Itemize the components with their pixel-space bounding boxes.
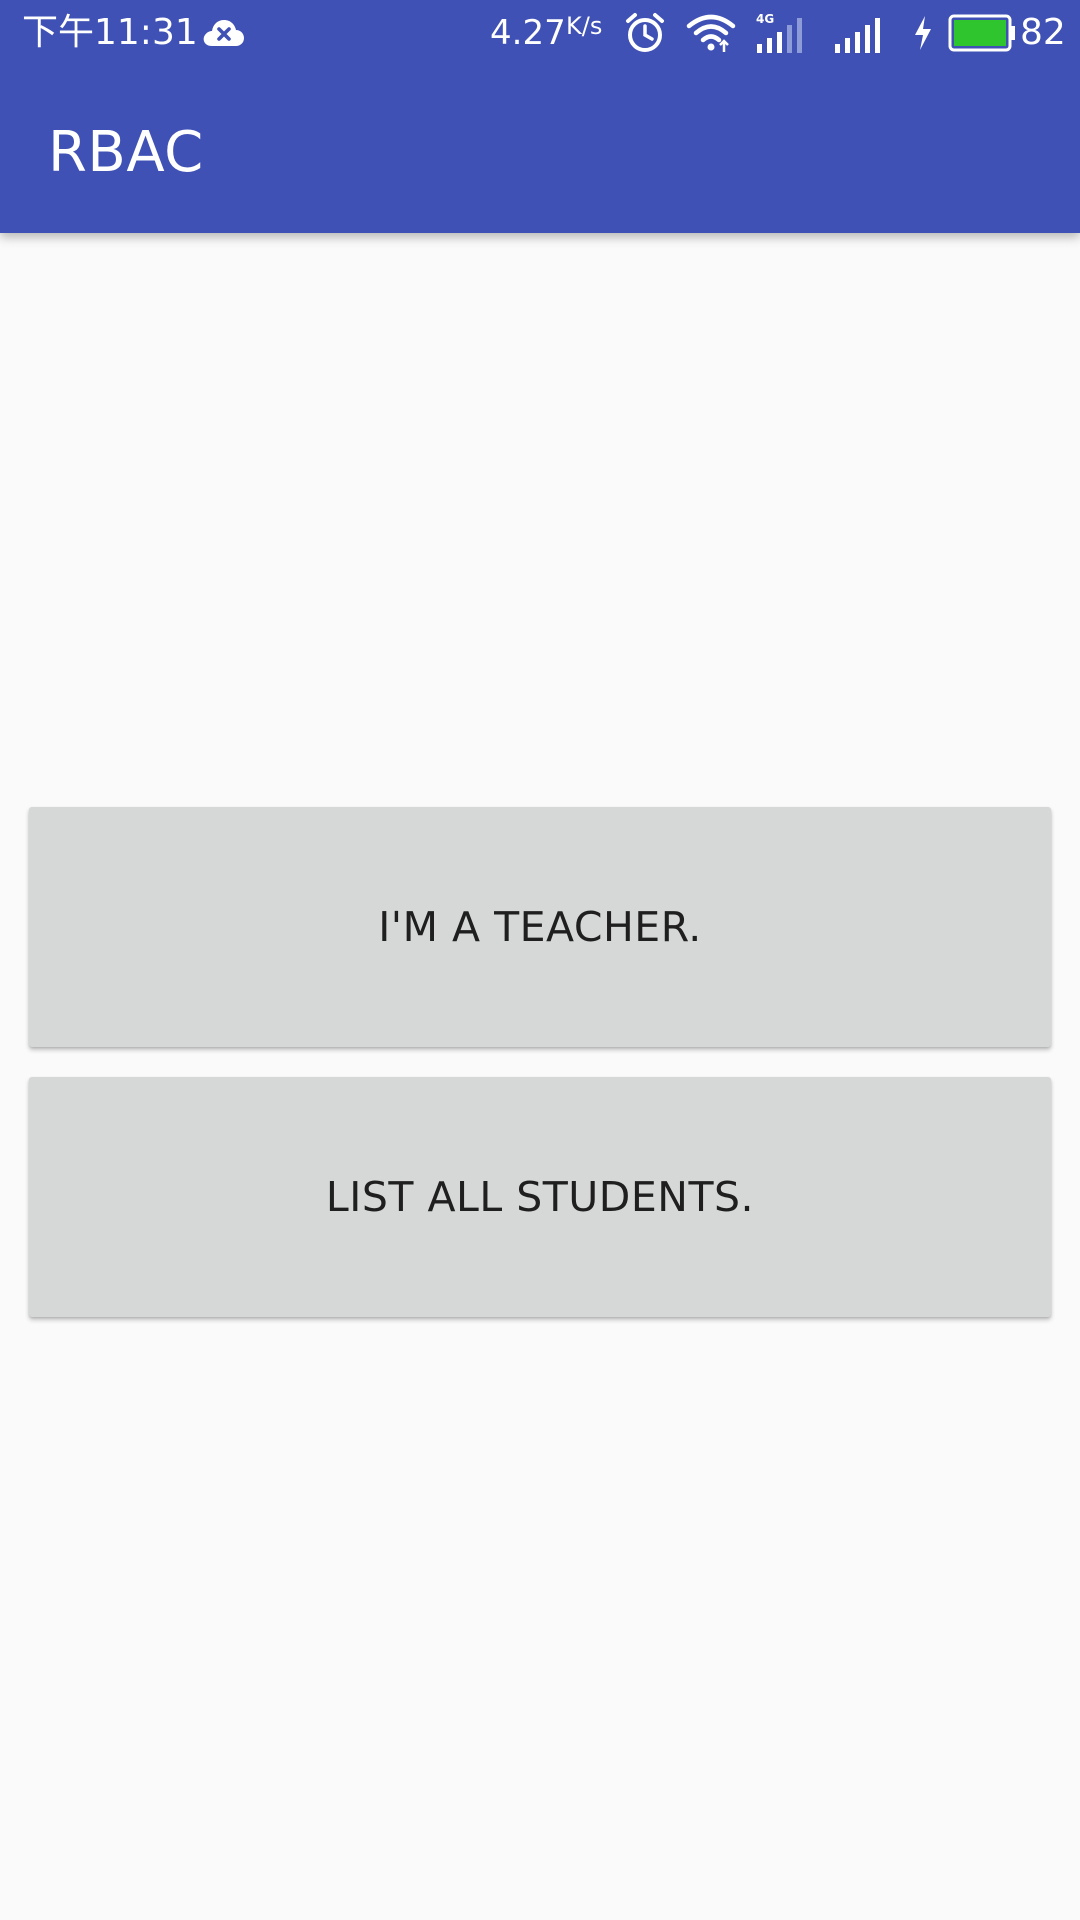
cloud-error-icon: [203, 20, 244, 46]
wifi-icon: [686, 14, 736, 52]
status-bar: 下午11:31 4.27 K/s 4G 82: [0, 0, 1080, 66]
battery-icon: [948, 14, 1015, 52]
network-type-label: 4G: [756, 12, 774, 26]
net-speed-unit: K/s: [566, 12, 603, 40]
app-title: RBAC: [48, 120, 204, 185]
main-content: I'M A TEACHER. LIST ALL STUDENTS.: [0, 233, 1080, 1920]
app-bar: 下午11:31 4.27 K/s 4G 82 RBAC: [0, 0, 1080, 233]
alarm-icon: [626, 13, 664, 52]
signal-icon: [835, 18, 880, 53]
net-speed: 4.27: [490, 13, 566, 53]
charging-icon: [915, 16, 931, 50]
list-all-students-button[interactable]: LIST ALL STUDENTS.: [29, 1077, 1051, 1317]
screen: 下午11:31 4.27 K/s 4G 82 RBAC I'M A TEACHE…: [0, 0, 1080, 1920]
battery-level: 82: [1020, 12, 1066, 53]
status-time: 下午11:31: [22, 12, 198, 53]
im-a-teacher-button[interactable]: I'M A TEACHER.: [29, 807, 1051, 1047]
signal-4g-icon: 4G: [756, 12, 802, 53]
